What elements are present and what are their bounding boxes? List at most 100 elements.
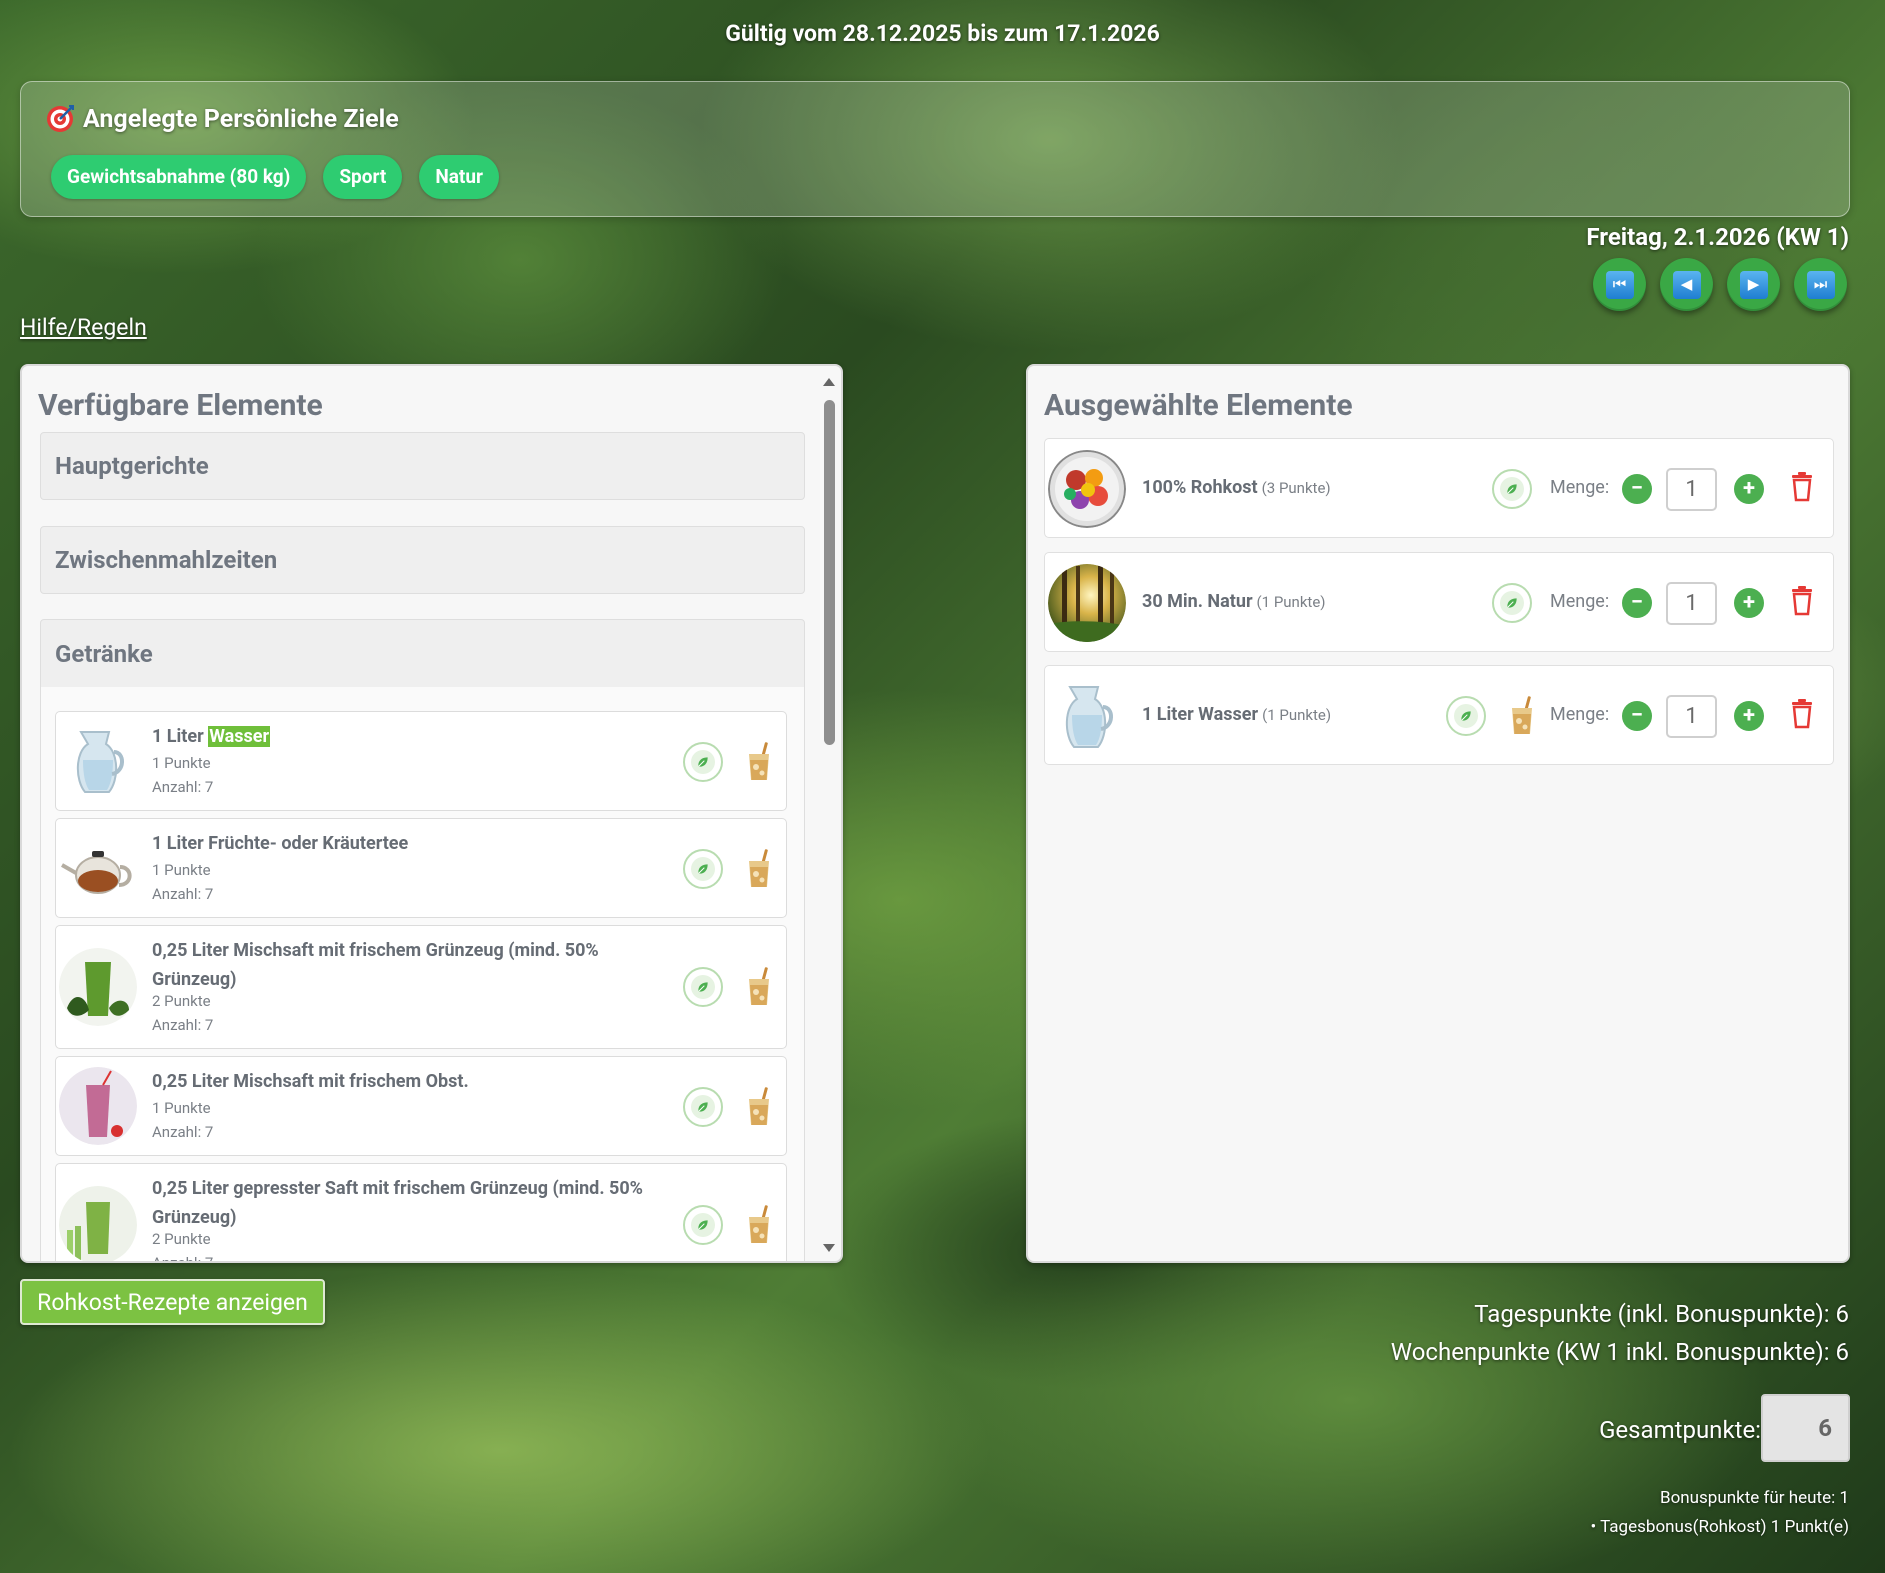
section-zwischenmahlzeiten[interactable]: Zwischenmahlzeiten: [40, 526, 805, 594]
water-jug-image: [1048, 677, 1126, 755]
goal-tag-list: Gewichtsabnahme (80 kg) Sport Natur: [51, 155, 499, 199]
next-day-button[interactable]: ▶: [1727, 258, 1780, 311]
date-navigation: ⏮ ◀ ▶ ⏭: [1593, 258, 1847, 311]
green-juice-image: [59, 1186, 137, 1261]
green-smoothie-image: [59, 948, 137, 1026]
first-day-button[interactable]: ⏮: [1593, 258, 1646, 311]
section-getraenke[interactable]: Getränke: [40, 619, 805, 688]
help-rules-link[interactable]: Hilfe/Regeln: [20, 314, 147, 341]
personal-goals-box: Angelegte Persönliche Ziele Gewichtsabna…: [20, 81, 1850, 217]
goal-tag-weight-loss[interactable]: Gewichtsabnahme (80 kg): [51, 155, 307, 199]
vegan-leaf-icon: [683, 967, 723, 1007]
drink-icon: [744, 965, 774, 1007]
current-date: Freitag, 2.1.2026 (KW 1): [1586, 223, 1849, 251]
item-points: 2 Punkte: [152, 992, 211, 1010]
last-day-icon: ⏭: [1806, 270, 1835, 299]
vegan-leaf-icon: [1446, 696, 1486, 736]
last-day-button[interactable]: ⏭: [1794, 258, 1847, 311]
scroll-thumb[interactable]: [824, 400, 835, 745]
selected-item-name: 30 Min. Natur (1 Punkte): [1142, 591, 1326, 612]
vegan-leaf-icon: [1492, 583, 1532, 623]
search-highlight: Wasser: [208, 726, 271, 747]
increase-quantity-button[interactable]: +: [1734, 474, 1764, 504]
previous-day-icon: ◀: [1672, 270, 1701, 299]
quantity-input[interactable]: 1: [1666, 582, 1717, 625]
drink-icon: [744, 1085, 774, 1127]
item-name: 0,25 Liter gepresster Saft mit frischem …: [152, 1178, 643, 1228]
list-item[interactable]: 1 Liter Früchte- oder Kräutertee 1 Punkt…: [55, 818, 787, 918]
item-points: 1 Punkte: [152, 754, 211, 772]
trash-icon[interactable]: [1790, 586, 1814, 616]
show-recipes-button[interactable]: Rohkost-Rezepte anzeigen: [20, 1279, 325, 1325]
quantity-label: Menge:: [1550, 704, 1610, 725]
vegan-leaf-icon: [1492, 469, 1532, 509]
scroll-up-arrow-icon[interactable]: [823, 378, 835, 386]
drink-icon: [744, 847, 774, 889]
selected-elements-title: Ausgewählte Elemente: [1044, 388, 1353, 423]
selected-item-points: (3 Punkte): [1261, 479, 1331, 497]
bonus-today: Bonuspunkte für heute: 1: [1659, 1488, 1849, 1508]
item-count: Anzahl: 7: [152, 778, 214, 796]
goals-heading: Angelegte Persönliche Ziele: [45, 104, 399, 134]
increase-quantity-button[interactable]: +: [1734, 588, 1764, 618]
next-day-icon: ▶: [1739, 270, 1768, 299]
selected-item: 30 Min. Natur (1 Punkte) Menge: − 1 +: [1044, 552, 1834, 652]
berry-smoothie-image: [59, 1067, 137, 1145]
selected-item-label: 1 Liter Wasser: [1142, 704, 1259, 725]
teapot-image: [59, 829, 137, 907]
forest-image: [1048, 564, 1126, 642]
item-count: Anzahl: 7: [152, 1123, 214, 1141]
bonus-detail: • Tagesbonus(Rohkost) 1 Punkt(e): [1590, 1517, 1849, 1537]
decrease-quantity-button[interactable]: −: [1622, 701, 1652, 731]
item-name: 1 Liter Wasser: [152, 722, 672, 751]
selected-item-points: (1 Punkte): [1256, 593, 1326, 611]
selected-item-label: 30 Min. Natur: [1142, 591, 1253, 612]
section-hauptgerichte[interactable]: Hauptgerichte: [40, 432, 805, 500]
vegan-leaf-icon: [683, 1087, 723, 1127]
fruit-bowl-image: [1048, 450, 1126, 528]
item-count: Anzahl: 7: [152, 885, 214, 903]
selected-item-label: 100% Rohkost: [1142, 477, 1258, 498]
water-jug-image: [59, 722, 137, 800]
drink-icon: [744, 1203, 774, 1245]
list-item[interactable]: 0,25 Liter Mischsaft mit frischem Obst. …: [55, 1056, 787, 1156]
selected-item-name: 1 Liter Wasser (1 Punkte): [1142, 704, 1331, 725]
scroll-down-arrow-icon[interactable]: [823, 1244, 835, 1252]
target-icon: [47, 105, 74, 132]
item-points: 2 Punkte: [152, 1230, 211, 1248]
list-item[interactable]: 1 Liter Wasser 1 Punkte Anzahl: 7: [55, 711, 787, 811]
goals-title: Angelegte Persönliche Ziele: [83, 104, 399, 134]
selected-item: 100% Rohkost (3 Punkte) Menge: − 1 +: [1044, 438, 1834, 538]
selected-elements-panel: Ausgewählte Elemente 100% Rohkost (3 Punk…: [1026, 364, 1850, 1263]
selected-item-points: (1 Punkte): [1262, 706, 1332, 724]
item-name: 0,25 Liter Mischsaft mit frischem Grünze…: [152, 940, 599, 990]
item-points: 1 Punkte: [152, 1099, 211, 1117]
selected-item-name: 100% Rohkost (3 Punkte): [1142, 477, 1331, 498]
first-day-icon: ⏮: [1605, 270, 1634, 299]
trash-icon[interactable]: [1790, 472, 1814, 502]
goal-tag-sport[interactable]: Sport: [323, 155, 403, 199]
trash-icon[interactable]: [1790, 699, 1814, 729]
quantity-input[interactable]: 1: [1666, 695, 1717, 738]
quantity-input[interactable]: 1: [1666, 468, 1717, 511]
item-name-prefix: 1 Liter: [152, 726, 209, 747]
list-item[interactable]: 0,25 Liter gepresster Saft mit frischem …: [55, 1163, 787, 1261]
available-elements-title: Verfügbare Elemente: [38, 388, 323, 423]
decrease-quantity-button[interactable]: −: [1622, 474, 1652, 504]
total-points-value: 6: [1761, 1394, 1850, 1462]
list-item[interactable]: 0,25 Liter Mischsaft mit frischem Grünze…: [55, 925, 787, 1049]
goal-tag-nature[interactable]: Natur: [419, 155, 499, 199]
item-count: Anzahl: 7: [152, 1016, 214, 1034]
decrease-quantity-button[interactable]: −: [1622, 588, 1652, 618]
vegan-leaf-icon: [683, 742, 723, 782]
scrollbar[interactable]: [821, 370, 837, 1260]
drink-icon: [1507, 694, 1537, 736]
item-points: 1 Punkte: [152, 861, 211, 879]
increase-quantity-button[interactable]: +: [1734, 701, 1764, 731]
drink-icon: [744, 740, 774, 782]
validity-period: Gültig vom 28.12.2025 bis zum 17.1.2026: [725, 20, 1160, 47]
previous-day-button[interactable]: ◀: [1660, 258, 1713, 311]
daily-points: Tagespunkte (inkl. Bonuspunkte): 6: [1474, 1300, 1849, 1328]
vegan-leaf-icon: [683, 849, 723, 889]
available-elements-panel: Verfügbare Elemente Hauptgerichte Zwisch…: [20, 364, 843, 1263]
